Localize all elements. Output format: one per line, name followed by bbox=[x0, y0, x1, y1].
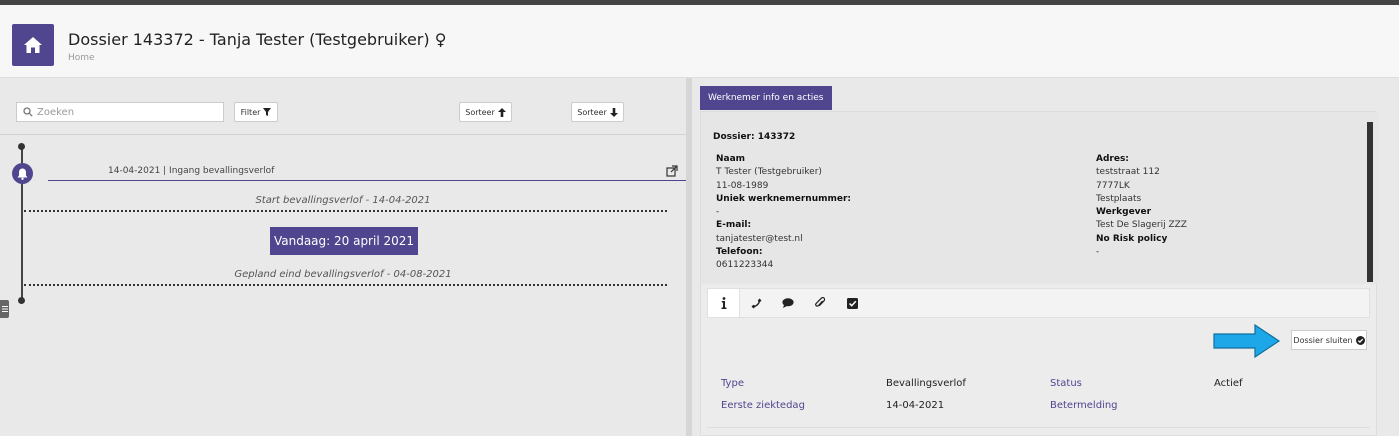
werkgever-value: Test De Slagerij ZZZ bbox=[1096, 220, 1187, 231]
type-label: Type bbox=[721, 378, 744, 389]
timeline-panel: Zoeken Filter Sorteer Sorteer 14-04-2021… bbox=[0, 78, 686, 436]
paperclip-icon bbox=[815, 297, 825, 307]
adres-label: Adres: bbox=[1096, 154, 1129, 164]
page-header: Dossier 143372 - Tanja Tester (Testgebru… bbox=[0, 5, 1399, 78]
tab-info[interactable] bbox=[708, 289, 740, 317]
status-label: Status bbox=[1050, 378, 1082, 389]
filter-icon bbox=[263, 108, 272, 116]
email-label: E-mail: bbox=[716, 220, 752, 231]
type-value: Bevallingsverlof bbox=[886, 378, 966, 389]
timeline-start-dot bbox=[18, 143, 25, 150]
timeline-event[interactable]: 14-04-2021 | Ingang bevallingsverlof bbox=[108, 166, 274, 176]
filter-button[interactable]: Filter bbox=[234, 102, 278, 122]
norisk-label: No Risk policy bbox=[1096, 233, 1168, 244]
naam-value: T Tester (Testgebruiker) bbox=[716, 167, 822, 178]
sort-up-label: Sorteer bbox=[465, 107, 495, 117]
arrow-right-icon bbox=[1213, 324, 1281, 358]
check-circle-icon bbox=[1355, 335, 1365, 345]
email-value: tanjatester@test.nl bbox=[716, 233, 803, 244]
employee-panel: Werknemer info en acties Dossier: 143372… bbox=[692, 78, 1399, 436]
info-icon bbox=[721, 297, 726, 309]
tab-werknemer-info[interactable]: Werknemer info en acties bbox=[700, 86, 832, 110]
dossier-number: Dossier: 143372 bbox=[713, 132, 796, 142]
phone-icon bbox=[751, 298, 761, 308]
start-marker-label: Start bevallingsverlof - 14-04-2021 bbox=[255, 195, 431, 206]
employee-info: Dossier: 143372 Naam T Tester (Testgebru… bbox=[701, 112, 1378, 284]
tab-tasks[interactable] bbox=[836, 289, 868, 317]
timeline-end-dot bbox=[18, 297, 25, 304]
search-icon bbox=[23, 107, 33, 117]
telefoon-label: Telefoon: bbox=[716, 247, 763, 258]
tab-comments[interactable] bbox=[772, 289, 804, 317]
werknemernummer-value: - bbox=[716, 207, 720, 218]
check-square-icon bbox=[846, 297, 858, 309]
menu-icon bbox=[1, 306, 8, 312]
sort-down-label: Sorteer bbox=[577, 107, 607, 117]
telefoon-value: 0611223344 bbox=[716, 260, 774, 271]
ziektedag-value: 14-04-2021 bbox=[886, 400, 945, 411]
ziektedag-label: Eerste ziektedag bbox=[721, 400, 805, 411]
werknemernummer-label: Uniek werknemernummer: bbox=[716, 193, 852, 204]
arrow-up-icon bbox=[497, 107, 506, 117]
search-input[interactable]: Zoeken bbox=[16, 102, 224, 122]
side-panel-toggle[interactable] bbox=[0, 300, 9, 318]
norisk-value: - bbox=[1096, 247, 1100, 258]
bell-icon bbox=[17, 168, 28, 180]
plaats-value: Testplaats bbox=[1096, 193, 1142, 204]
betermelding-label: Betermelding bbox=[1050, 400, 1118, 411]
straat-value: teststraat 112 bbox=[1096, 167, 1160, 178]
toolbar-separator bbox=[0, 134, 686, 135]
status-value: Actief bbox=[1214, 378, 1243, 389]
today-badge: Vandaag: 20 april 2021 bbox=[270, 227, 418, 255]
end-marker-label: Gepland eind bevallingsverlof - 04-08-20… bbox=[234, 269, 452, 280]
close-dossier-button[interactable]: Dossier sluiten bbox=[1291, 330, 1367, 350]
search-placeholder: Zoeken bbox=[37, 106, 75, 118]
sort-ascending-button[interactable]: Sorteer bbox=[459, 102, 512, 122]
werkgever-label: Werkgever bbox=[1096, 207, 1152, 218]
external-link-icon[interactable] bbox=[666, 165, 678, 177]
postcode-value: 7777LK bbox=[1096, 180, 1130, 191]
end-marker-line bbox=[24, 284, 667, 286]
employee-card: Dossier: 143372 Naam T Tester (Testgebru… bbox=[700, 111, 1378, 436]
close-dossier-label: Dossier sluiten bbox=[1293, 335, 1353, 345]
geboortedatum-value: 11-08-1989 bbox=[716, 180, 769, 191]
home-icon bbox=[24, 37, 42, 53]
naam-label: Naam bbox=[716, 154, 746, 164]
scrollbar[interactable] bbox=[1367, 122, 1373, 282]
comment-icon bbox=[782, 298, 794, 308]
details-bottom-line bbox=[707, 427, 1370, 428]
tab-attachments[interactable] bbox=[804, 289, 836, 317]
timeline-event-marker[interactable] bbox=[12, 163, 33, 184]
sort-descending-button[interactable]: Sorteer bbox=[571, 102, 624, 122]
employee-details-left: Naam T Tester (Testgebruiker) 11-08-1989… bbox=[716, 153, 851, 273]
timeline-event-underline bbox=[48, 180, 686, 181]
page-title: Dossier 143372 - Tanja Tester (Testgebru… bbox=[68, 30, 447, 49]
employee-details-right: Adres: teststraat 112 7777LK Testplaats … bbox=[1096, 153, 1187, 259]
breadcrumb[interactable]: Home bbox=[68, 53, 95, 63]
arrow-down-icon bbox=[609, 107, 618, 117]
home-button[interactable] bbox=[12, 24, 54, 66]
start-marker-line bbox=[24, 210, 667, 212]
filter-label: Filter bbox=[240, 107, 261, 117]
tab-phone[interactable] bbox=[740, 289, 772, 317]
detail-tabs bbox=[707, 288, 1370, 318]
